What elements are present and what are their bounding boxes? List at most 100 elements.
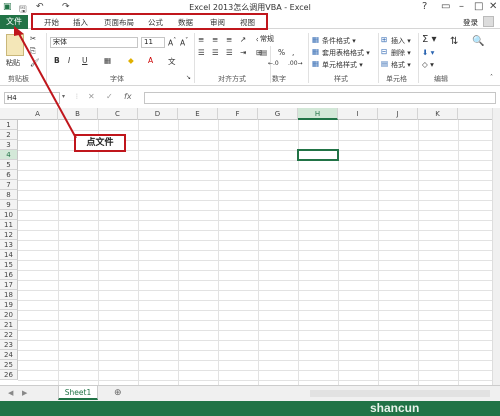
sort-filter-icon[interactable]: ⇅	[450, 36, 458, 47]
comma-icon[interactable]: ,	[292, 48, 294, 57]
row-header[interactable]: 11	[0, 220, 18, 230]
font-name-select[interactable]: 宋体	[50, 37, 138, 48]
row-header[interactable]: 10	[0, 210, 18, 220]
shrink-font-icon[interactable]: A˅	[180, 37, 188, 48]
selected-cell[interactable]	[297, 149, 339, 161]
cancel-icon[interactable]: ✕	[88, 92, 95, 101]
column-header[interactable]: G	[258, 108, 298, 120]
fill-color-icon[interactable]: ◆	[128, 56, 134, 65]
currency-icon[interactable]: ▤	[260, 48, 267, 57]
row-header[interactable]: 14	[0, 250, 18, 260]
row-header[interactable]: 5	[0, 160, 18, 170]
row-header[interactable]: 15	[0, 260, 18, 270]
align-middle-icon[interactable]: ≡	[212, 35, 218, 44]
row-header[interactable]: 6	[0, 170, 18, 180]
minimize-button[interactable]: –	[459, 1, 464, 12]
font-dialog-launcher-icon[interactable]: ↘	[186, 74, 191, 81]
column-header[interactable]: C	[98, 108, 138, 120]
row-header[interactable]: 24	[0, 350, 18, 360]
clear-icon[interactable]: ◇ ▾	[422, 60, 434, 69]
column-header[interactable]: I	[338, 108, 378, 120]
column-header[interactable]: B	[58, 108, 98, 120]
row-header[interactable]: 13	[0, 240, 18, 250]
row-header[interactable]: 8	[0, 190, 18, 200]
format-painter-icon[interactable]: 🖌	[30, 58, 40, 67]
column-header[interactable]: A	[18, 108, 58, 120]
tab-file[interactable]: 文件	[0, 15, 28, 29]
row-header[interactable]: 19	[0, 300, 18, 310]
number-format-select[interactable]: 常规	[258, 35, 302, 46]
vertical-scrollbar[interactable]	[492, 108, 500, 385]
column-header[interactable]: E	[178, 108, 218, 120]
cell-style-button[interactable]: 单元格样式 ▾	[322, 60, 363, 70]
row-header[interactable]: 9	[0, 200, 18, 210]
enter-icon[interactable]: ✓	[106, 92, 113, 101]
table-format-button[interactable]: 套用表格格式 ▾	[322, 48, 370, 58]
phonetic-icon[interactable]: 文	[168, 56, 176, 67]
grow-font-icon[interactable]: A˄	[168, 37, 176, 48]
font-size-select[interactable]: 11	[141, 37, 165, 48]
row-header[interactable]: 25	[0, 360, 18, 370]
paste-button[interactable]: 粘贴	[6, 58, 20, 68]
collapse-ribbon-icon[interactable]: ˄	[490, 74, 493, 81]
row-header[interactable]: 17	[0, 280, 18, 290]
row-header[interactable]: 12	[0, 230, 18, 240]
column-header[interactable]: H	[298, 108, 338, 120]
decrease-decimal-icon[interactable]: .00→	[288, 60, 303, 67]
row-header[interactable]: 20	[0, 310, 18, 320]
row-header[interactable]: 4	[0, 150, 18, 160]
fill-icon[interactable]: ⬇ ▾	[422, 48, 434, 57]
name-box-dropdown-icon[interactable]: ▾	[62, 93, 65, 100]
align-top-icon[interactable]: ≡	[198, 35, 204, 44]
row-header[interactable]: 7	[0, 180, 18, 190]
indent-icon[interactable]: ⇥	[240, 48, 246, 57]
cut-icon[interactable]: ✂	[30, 34, 36, 43]
increase-decimal-icon[interactable]: ←.0	[268, 60, 279, 67]
maximize-button[interactable]: □	[474, 1, 483, 12]
copy-icon[interactable]: ⎘	[30, 46, 36, 56]
add-sheet-icon[interactable]: ⊕	[114, 388, 122, 398]
row-header[interactable]: 1	[0, 120, 18, 130]
conditional-format-button[interactable]: 条件格式 ▾	[322, 36, 356, 46]
help-button[interactable]: ?	[422, 1, 427, 12]
column-header[interactable]: F	[218, 108, 258, 120]
scroll-tabs-right-icon[interactable]: ▶	[22, 389, 27, 397]
formula-input[interactable]	[144, 92, 496, 104]
align-right-icon[interactable]: ☰	[226, 48, 233, 57]
sheet-tab-sheet1[interactable]: Sheet1	[58, 386, 98, 400]
horizontal-scrollbar[interactable]	[310, 390, 490, 397]
row-header[interactable]: 3	[0, 140, 18, 150]
row-header[interactable]: 26	[0, 370, 18, 380]
row-header[interactable]: 16	[0, 270, 18, 280]
row-header[interactable]: 22	[0, 330, 18, 340]
row-header[interactable]: 23	[0, 340, 18, 350]
insert-function-icon[interactable]: fx	[124, 92, 132, 101]
login-link[interactable]: 登录	[463, 17, 478, 28]
scroll-tabs-left-icon[interactable]: ◀	[8, 389, 13, 397]
align-center-icon[interactable]: ☰	[212, 48, 219, 57]
autosum-icon[interactable]: Σ ▾	[422, 34, 437, 45]
underline-icon[interactable]: U	[82, 56, 88, 65]
align-bottom-icon[interactable]: ≡	[226, 35, 232, 44]
insert-cells-button[interactable]: 插入 ▾	[391, 36, 411, 46]
align-left-icon[interactable]: ☰	[198, 48, 205, 57]
row-header[interactable]: 18	[0, 290, 18, 300]
border-icon[interactable]: ▦	[104, 56, 111, 65]
row-header[interactable]: 2	[0, 130, 18, 140]
avatar[interactable]	[483, 16, 494, 27]
percent-icon[interactable]: %	[278, 48, 285, 57]
close-button[interactable]: ✕	[489, 1, 497, 12]
column-header[interactable]: K	[418, 108, 458, 120]
format-cells-button[interactable]: 格式 ▾	[391, 60, 411, 70]
orientation-icon[interactable]: ↗	[240, 35, 246, 44]
bold-icon[interactable]: B	[54, 56, 60, 65]
italic-icon[interactable]: I	[68, 56, 70, 65]
find-select-icon[interactable]: 🔍	[472, 36, 484, 47]
ribbon-display-icon[interactable]: ▭	[441, 1, 450, 12]
column-header[interactable]: D	[138, 108, 178, 120]
font-color-icon[interactable]: A	[148, 56, 153, 65]
delete-cells-button[interactable]: 删除 ▾	[391, 48, 411, 58]
row-header[interactable]: 21	[0, 320, 18, 330]
name-box[interactable]: H4	[4, 92, 60, 104]
paste-icon[interactable]	[6, 34, 24, 56]
